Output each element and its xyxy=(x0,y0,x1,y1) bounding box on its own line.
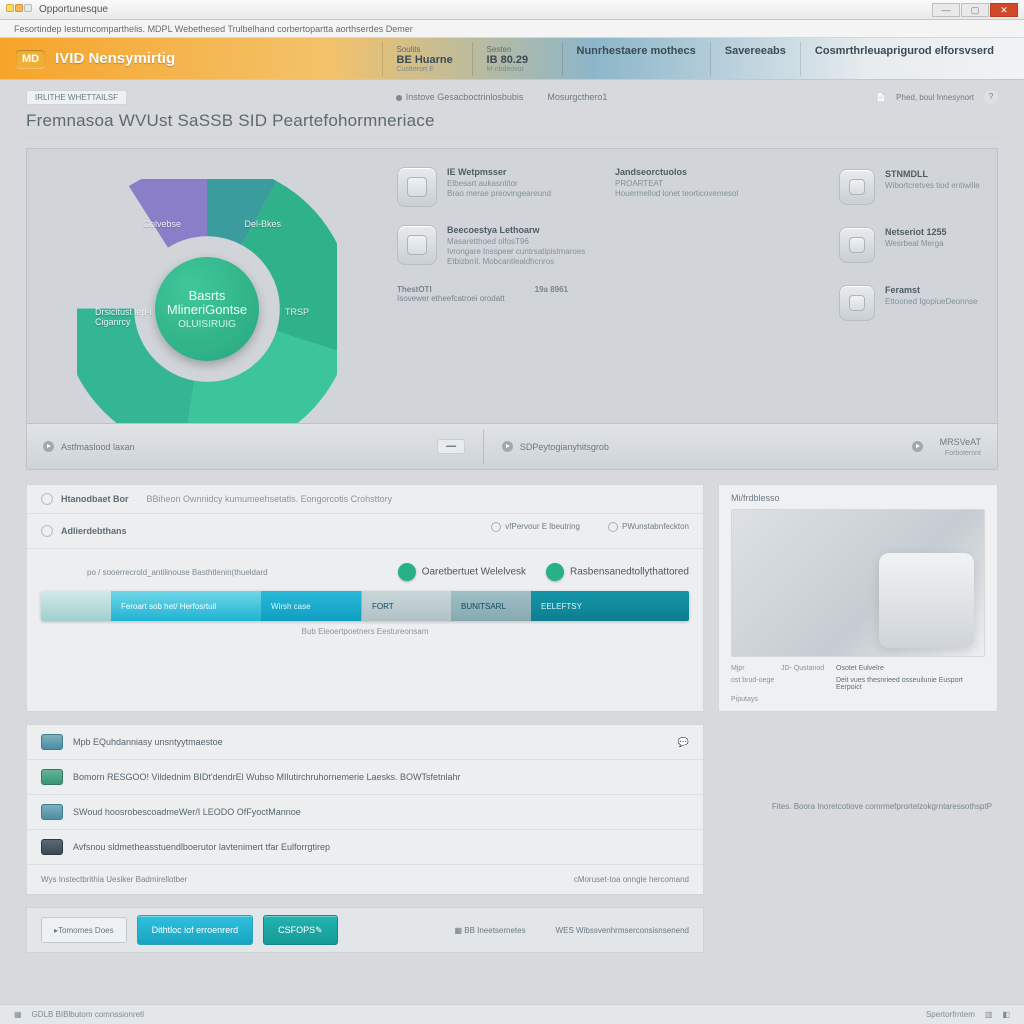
seg[interactable] xyxy=(41,591,111,621)
activity-list: Mpb EQuhdanniasy unsntyytmaestoe💬 Bomorn… xyxy=(26,724,704,895)
header-metric[interactable]: SoulitsBE HuarneCustterort E xyxy=(382,42,472,76)
primary-button[interactable]: Dithtloc iof erroenrerd xyxy=(137,915,254,945)
side-card[interactable]: FeramstEttooned IgopiueDeonnse xyxy=(839,285,985,321)
globe-icon xyxy=(397,225,437,265)
footer-left-label: Astfmaslood laxan xyxy=(61,442,135,452)
radio-option[interactable]: vfPervour E lbeutring xyxy=(491,522,580,532)
status-left: GDLB BIBlbutom comnssionretl xyxy=(32,1010,145,1019)
maximize-button[interactable]: ▢ xyxy=(961,3,989,17)
section-row[interactable]: Adlierdebthans vfPervour E lbeutring PWu… xyxy=(27,514,703,549)
brand-bar: MD IVID Nensymirtig SoulitsBE HuarneCust… xyxy=(0,38,1024,80)
slice-label: Del-Bkes xyxy=(244,219,281,229)
side-legend: STNMDLLWibortcretves tiod entiwille Nets… xyxy=(827,149,997,469)
seg[interactable]: Wirsh case xyxy=(261,591,361,621)
divider xyxy=(26,137,998,138)
list-item[interactable]: Avfsnou sldmetheasstuendlboerutor lavten… xyxy=(27,830,703,865)
radio-option[interactable]: PWunstabnfeckton xyxy=(608,522,689,532)
breadcrumb[interactable]: IRLITHE WHETTAILSF xyxy=(26,90,127,105)
window-traffic-lights xyxy=(6,4,33,15)
seg[interactable]: FORT xyxy=(361,591,451,621)
play-icon[interactable] xyxy=(43,441,54,452)
play-icon[interactable] xyxy=(912,441,923,452)
chat-icon[interactable]: 💬 xyxy=(678,737,689,748)
preview-panel: Mi/frdblesso MjprJD- QustanodOsotet Eulv… xyxy=(718,484,998,712)
device-icon xyxy=(839,169,875,205)
feature-card[interactable]: JandseorctuolosPROARTEAT Houermellod lon… xyxy=(615,167,817,207)
status-bar: ▦GDLB BIBlbutom comnssionretl Spertorfrn… xyxy=(0,1004,1024,1024)
legend-item: ThestOTIIsovewer etheefcatroei orodatt xyxy=(397,285,505,303)
action-bar: ▸ Tomomes Does Dithtloc iof erroenrerd C… xyxy=(26,907,704,953)
ghost-button[interactable]: ▸ Tomomes Does xyxy=(41,917,127,943)
panel-footer: Astfmaslood laxan ━━ SDPeytogianyhitsgro… xyxy=(27,423,997,469)
window-controls: — ▢ ✕ xyxy=(932,3,1018,17)
action-link[interactable]: ▦ BB Ineetsernetes xyxy=(454,926,525,935)
header-metric[interactable]: SestenIB 80.29M-obdeovut xyxy=(472,42,562,76)
secondary-button[interactable]: CSFOPS ✎ xyxy=(263,915,338,945)
window-titlebar: Opportunesque — ▢ ✕ xyxy=(0,0,1024,20)
header-metrics: SoulitsBE HuarneCustterort E SestenIB 80… xyxy=(382,42,1008,76)
slice-label: Golvebse xyxy=(143,219,181,229)
view-tabs: Instove Gesacboctrinlosbubis Mosurgcther… xyxy=(390,90,614,104)
preview-meta: MjprJD- QustanodOsotet Eulvelre ost brud… xyxy=(731,665,985,703)
list-item[interactable]: Mpb EQuhdanniasy unsntyytmaestoe💬 xyxy=(27,725,703,760)
seg[interactable]: EELEFTSY xyxy=(531,591,689,621)
minimize-button[interactable]: — xyxy=(932,3,960,17)
status-pill[interactable]: Rasbensanedtollythattored xyxy=(546,563,689,581)
menubar: Fesortindep Iesturncomparthelis. MDPL We… xyxy=(0,20,1024,38)
cube-icon xyxy=(839,285,875,321)
brand-logo: MD xyxy=(16,50,45,68)
section-row[interactable]: Htanodbaet BorBBiheon Ownnidcy kumumeehs… xyxy=(27,485,703,514)
map-icon xyxy=(839,227,875,263)
header-metric[interactable]: Cosmrthrleuaprigurod elforsvserd xyxy=(800,42,1008,76)
window-caption: Opportunesque xyxy=(39,4,108,15)
list-footer: Wys Instectbrithia Uesiker Badmirellotbe… xyxy=(27,865,703,894)
footer-center-label: SDPeytogianyhitsgrob xyxy=(520,442,609,452)
header-metric[interactable]: Nunrhestaere mothecs xyxy=(562,42,710,76)
feature-cards: IE WetpmsserElbesart aukasntitor Brao me… xyxy=(387,149,827,469)
segment-note: Bub Eleoertpoetners Eestureonsam xyxy=(41,627,689,636)
tab[interactable]: Mosurgcthero1 xyxy=(541,90,613,104)
tab[interactable]: Instove Gesacboctrinlosbubis xyxy=(390,90,530,104)
stack-icon xyxy=(397,167,437,207)
seg[interactable]: Feroart sob het/ Herfosrtuil xyxy=(111,591,261,621)
status-row: po / sooerrecrold_antilinouse Basthtleni… xyxy=(41,563,689,581)
overview-panel: Basrts MlineriGontse OLUISIRUIG Golvebse… xyxy=(26,148,998,470)
legend-item: 19a 8961 xyxy=(535,285,568,303)
product-name: IVID Nensymirtig xyxy=(55,50,175,67)
feature-card[interactable]: IE WetpmsserElbesart aukasntitor Brao me… xyxy=(397,167,599,207)
donut-center: Basrts MlineriGontse OLUISIRUIG xyxy=(155,257,259,361)
help-label[interactable]: Phed, boul Innesynort xyxy=(896,93,974,102)
side-card[interactable]: STNMDLLWibortcretves tiod entiwille xyxy=(839,169,985,205)
progress-segments[interactable]: Feroart sob het/ Herfosrtuil Wirsh case … xyxy=(41,591,689,621)
footer-pill: ━━ xyxy=(437,439,465,454)
help-icon[interactable]: ? xyxy=(984,90,998,104)
play-icon[interactable] xyxy=(502,441,513,452)
slice-label: TRSP xyxy=(285,307,309,317)
slice-label: Drsicltust lep-i Ciganrcy xyxy=(95,307,152,327)
header-metric[interactable]: Savereeabs xyxy=(710,42,800,76)
page-title: Fremnasoa WVUst SaSSB SID Peartefohormne… xyxy=(26,111,998,131)
list-item[interactable]: Bomorn RESGOO! Vildednim BIDt'dendrEl Wu… xyxy=(27,760,703,795)
preview-image[interactable] xyxy=(731,509,985,657)
configuration-section: Htanodbaet BorBBiheon Ownnidcy kumumeehs… xyxy=(26,484,704,712)
side-card[interactable]: Netseriot 1255Wesrbeal Merga xyxy=(839,227,985,263)
donut-chart: Basrts MlineriGontse OLUISIRUIG Golvebse… xyxy=(27,149,387,469)
list-item[interactable]: SWoud hoosrobescoadmeWer/I LEODO OfFyoct… xyxy=(27,795,703,830)
status-right: Spertorfrntem xyxy=(926,1010,975,1019)
side-note: Fites. Boora Inoretcotiove comrmefprorte… xyxy=(718,712,998,953)
help-area: 📄Phed, boul Innesynort ? xyxy=(876,90,998,104)
action-link[interactable]: WES Wibssvenhrmserconsisnsenend xyxy=(556,926,689,935)
close-button[interactable]: ✕ xyxy=(990,3,1018,17)
seg[interactable]: BUNITSARL xyxy=(451,591,531,621)
preview-title: Mi/frdblesso xyxy=(731,493,985,503)
status-pill[interactable]: Oaretbertuet Welelvesk xyxy=(398,563,526,581)
feature-card[interactable]: Beecoestya LethoarwMasaretthoed olfosT96… xyxy=(397,225,817,267)
menubar-text: Fesortindep Iesturncomparthelis. MDPL We… xyxy=(14,24,413,34)
